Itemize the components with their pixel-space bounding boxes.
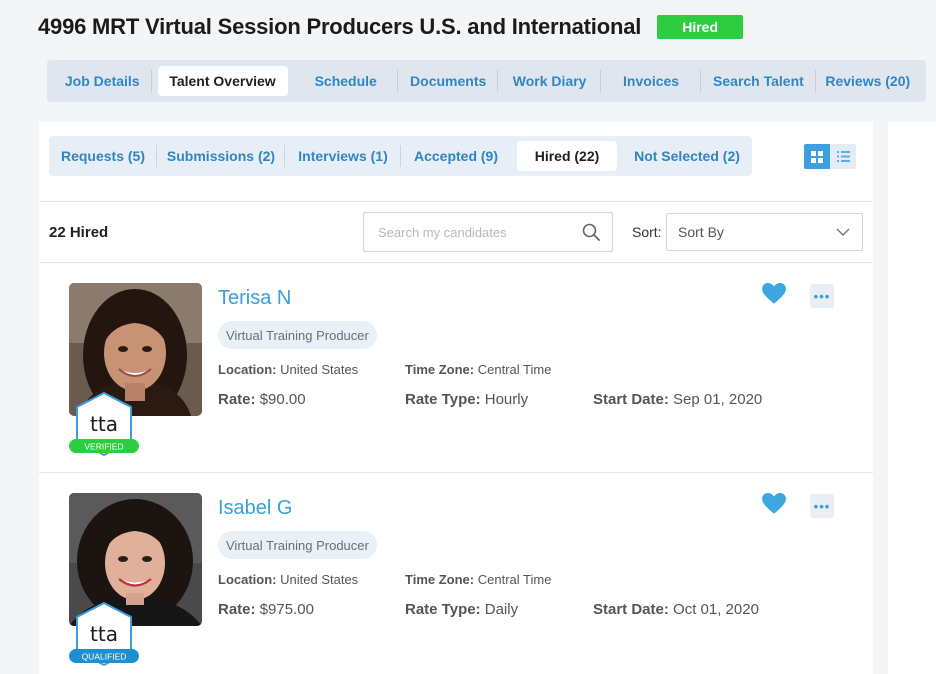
sort-select-value: Sort By [678,224,724,240]
tab-invoices[interactable]: Invoices [601,66,702,96]
candidate-name[interactable]: Isabel G [218,497,292,520]
side-panel [888,122,936,674]
location-label: Location: [218,362,277,377]
role-tag: Virtual Training Producer [218,321,377,349]
role-tag: Virtual Training Producer [218,531,377,559]
tab-talent-overview[interactable]: Talent Overview [157,66,288,96]
page-title: 4996 MRT Virtual Session Producers U.S. … [38,14,642,39]
start-date-value: Oct 01, 2020 [673,601,759,618]
candidate-card: tta QUALIFIED Isabel G Virtual Training … [39,473,873,674]
rate-label: Rate: [218,391,256,408]
start-date-label: Start Date: [593,601,669,618]
sort-label: Sort: [632,224,662,240]
more-options-button[interactable]: ••• [810,284,834,308]
chevron-down-icon [836,228,850,236]
grid-view-button[interactable] [804,144,830,169]
rate-field: Rate: $90.00 [218,391,306,408]
time-zone-value: Central Time [477,362,552,377]
start-date-field: Start Date: Oct 01, 2020 [593,601,759,618]
grid-icon [811,150,823,163]
rate-type-label: Rate Type: [405,601,481,618]
time-zone-field: Time Zone: Central Time [405,572,551,587]
tab-reviews[interactable]: Reviews (20) [816,66,920,96]
title-row: 4996 MRT Virtual Session Producers U.S. … [38,12,744,42]
tab-schedule[interactable]: Schedule [294,66,399,96]
time-zone-value: Central Time [477,572,552,587]
rate-type-field: Rate Type: Hourly [405,391,528,408]
status-tab-bar: Requests (5) Submissions (2) Interviews … [49,136,752,176]
ellipsis-icon: ••• [813,498,831,514]
badge-text: VERIFIED [84,442,123,452]
tab-search-talent[interactable]: Search Talent [701,66,816,96]
rate-type-label: Rate Type: [405,391,481,408]
status-badge: Hired [657,15,744,39]
tab-submissions[interactable]: Submissions (2) [157,141,285,171]
qualified-badge: tta QUALIFIED [69,601,139,671]
list-view-button[interactable] [830,144,856,169]
sort-select[interactable]: Sort By [666,213,863,251]
candidate-name[interactable]: Terisa N [218,287,291,310]
rate-type-value: Hourly [484,391,529,408]
divider [39,201,873,202]
location-field: Location: United States [218,572,358,587]
time-zone-label: Time Zone: [405,572,475,587]
start-date-field: Start Date: Sep 01, 2020 [593,391,762,408]
rate-value: $975.00 [259,601,314,618]
badge-text: QUALIFIED [82,652,127,662]
tab-not-selected[interactable]: Not Selected (2) [623,141,751,171]
location-value: United States [280,362,359,377]
main-tab-bar: Job Details Talent Overview Schedule Doc… [47,60,926,102]
time-zone-label: Time Zone: [405,362,475,377]
tab-hired[interactable]: Hired (22) [517,141,617,171]
rate-type-value: Daily [484,601,519,618]
badge-logo: tta [90,412,118,436]
candidate-card: tta VERIFIED Terisa N Virtual Training P… [39,263,873,473]
time-zone-field: Time Zone: Central Time [405,362,551,377]
start-date-value: Sep 01, 2020 [673,391,763,408]
location-value: United States [280,572,359,587]
rate-value: $90.00 [259,391,306,408]
start-date-label: Start Date: [593,391,669,408]
tab-interviews[interactable]: Interviews (1) [285,141,401,171]
rate-type-field: Rate Type: Daily [405,601,518,618]
tab-work-diary[interactable]: Work Diary [498,66,602,96]
search-icon[interactable] [582,223,600,241]
view-toggle [804,144,856,169]
ellipsis-icon: ••• [813,288,831,304]
rate-label: Rate: [218,601,256,618]
tab-documents[interactable]: Documents [398,66,499,96]
hired-count: 22 Hired [49,224,109,241]
rate-field: Rate: $975.00 [218,601,314,618]
search-box [363,212,613,252]
location-label: Location: [218,572,277,587]
talent-panel: Requests (5) Submissions (2) Interviews … [39,122,873,674]
heart-icon[interactable] [761,281,787,307]
tab-accepted[interactable]: Accepted (9) [401,141,511,171]
location-field: Location: United States [218,362,358,377]
list-icon [836,151,850,162]
badge-logo: tta [90,622,118,646]
search-input[interactable] [378,224,582,240]
more-options-button[interactable]: ••• [810,494,834,518]
tab-requests[interactable]: Requests (5) [49,141,157,171]
tab-job-details[interactable]: Job Details [53,66,152,96]
verified-badge: tta VERIFIED [69,391,139,461]
heart-icon[interactable] [761,491,787,517]
